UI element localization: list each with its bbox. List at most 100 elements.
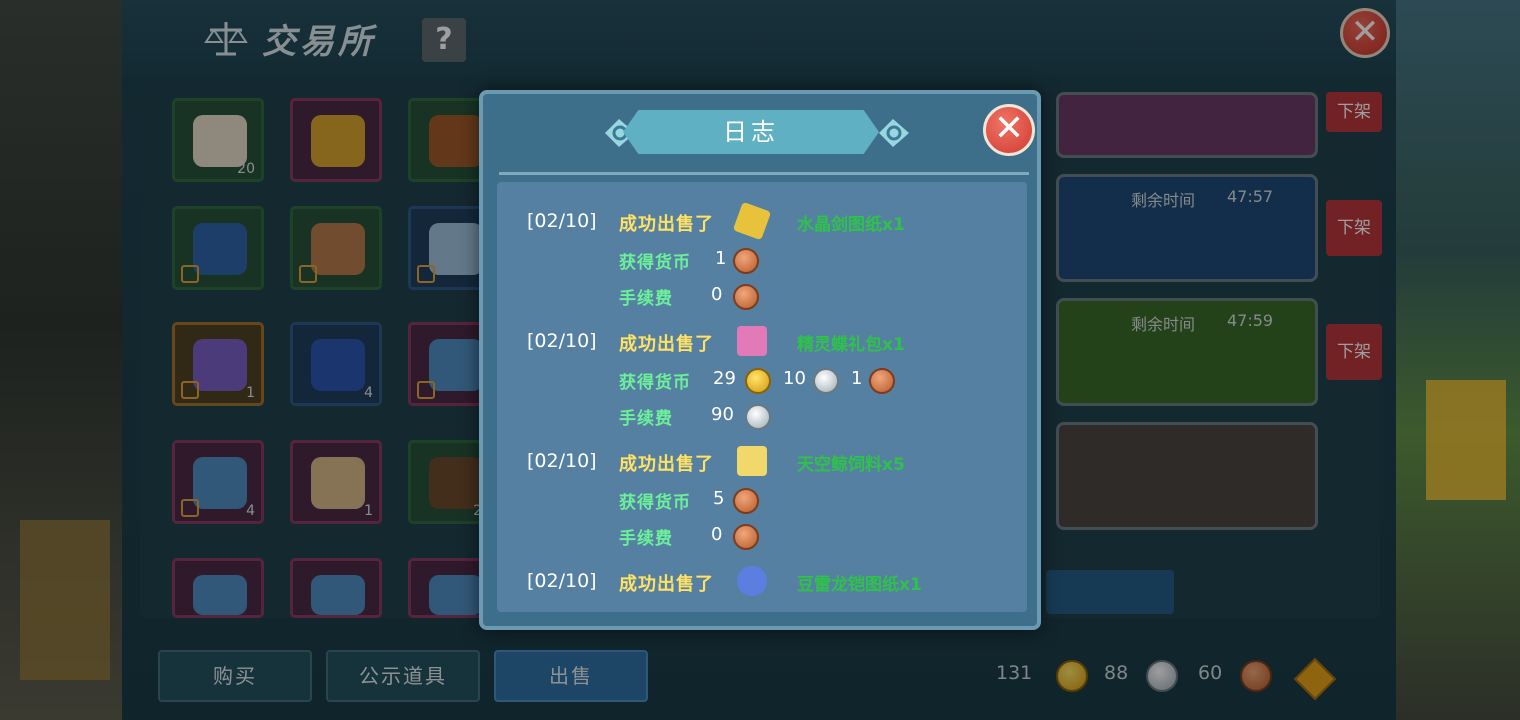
inventory-slot[interactable]	[290, 558, 382, 618]
unlist-button[interactable]: 下架	[1326, 92, 1382, 132]
fee-value: 90	[711, 404, 734, 425]
item-crystal-icon	[193, 575, 247, 615]
inventory-slot[interactable]	[290, 98, 382, 182]
earned-bronze-value: 5	[713, 488, 725, 509]
entry-date: [02/10]	[527, 210, 597, 232]
inventory-slot[interactable]	[172, 206, 264, 290]
fee-label: 手续费	[619, 289, 673, 309]
log-dialog: 日志 ✕ [02/10] 成功出售了 水晶剑图纸x1 获得货币 1 手续费 0 …	[479, 90, 1041, 630]
listing-card[interactable]: 剩余时间 47:57	[1056, 174, 1318, 282]
item-jar-icon	[193, 115, 247, 167]
bronze-coin-icon	[733, 284, 759, 310]
listing-card-empty[interactable]	[1056, 422, 1318, 530]
earned-gold-value: 29	[713, 368, 736, 389]
lock-icon	[181, 265, 199, 283]
tab-buy[interactable]: 购买	[158, 650, 312, 702]
listing-card[interactable]	[1056, 92, 1318, 158]
earned-currency-label: 获得货币	[619, 493, 691, 513]
entry-date: [02/10]	[527, 330, 597, 352]
silver-coin-icon	[745, 404, 771, 430]
tab-public-items[interactable]: 公示道具	[326, 650, 480, 702]
exchange-close-button[interactable]: ✕	[1340, 8, 1390, 58]
scroll-item-icon	[732, 201, 772, 241]
entry-date: [02/10]	[527, 570, 597, 592]
inventory-slot[interactable]: 4	[290, 322, 382, 406]
bronze-coin-icon	[1240, 660, 1272, 692]
bronze-coin-icon	[733, 248, 759, 274]
item-chest-icon	[429, 115, 483, 167]
listing-action-button[interactable]	[1046, 570, 1174, 614]
slot-count: 4	[246, 503, 255, 519]
sold-label: 成功出售了	[619, 334, 714, 355]
item-crystal-icon	[429, 575, 483, 615]
bronze-balance: 60	[1198, 662, 1223, 684]
inventory-slot[interactable]	[290, 206, 382, 290]
gold-coin-icon	[1056, 660, 1088, 692]
add-currency-icon[interactable]	[1293, 657, 1337, 701]
inventory-slot[interactable]: 4	[172, 440, 264, 524]
lock-icon	[299, 265, 317, 283]
item-stick-icon	[429, 457, 483, 509]
sold-label: 成功出售了	[619, 454, 714, 475]
log-entry: [02/10] 成功出售了 水晶剑图纸x1 获得货币 1 手续费 0	[497, 201, 1027, 330]
tab-sell[interactable]: 出售	[494, 650, 648, 702]
sold-item-name: 精灵蝶礼包x1	[797, 335, 905, 355]
bronze-coin-icon	[733, 488, 759, 514]
inventory-slot[interactable]: 20	[172, 98, 264, 182]
time-remaining-value: 47:57	[1227, 187, 1274, 206]
silver-coin-icon	[813, 368, 839, 394]
item-fish-icon	[193, 223, 247, 275]
sold-item-name: 天空鲸饲料x5	[797, 455, 905, 475]
silver-balance: 88	[1104, 662, 1129, 684]
item-crystal-icon	[429, 339, 483, 391]
log-entry: [02/10] 成功出售了 天空鲸饲料x5 获得货币 5 手续费 0	[497, 446, 1027, 570]
exchange-header: 交易所 ? ✕	[122, 0, 1396, 78]
item-crown-card-icon	[193, 339, 247, 391]
gift-pack-item-icon	[737, 326, 767, 356]
inventory-slot[interactable]	[172, 558, 264, 618]
item-boat-icon	[311, 223, 365, 275]
time-remaining-value: 47:59	[1227, 311, 1274, 330]
game-world-right	[1396, 0, 1520, 720]
sold-item-name: 水晶剑图纸x1	[797, 215, 905, 235]
fee-label: 手续费	[619, 409, 673, 429]
log-entry: [02/10] 成功出售了 精灵蝶礼包x1 获得货币 29 10 1 手续费 9…	[497, 326, 1027, 450]
listing-card[interactable]: 剩余时间 47:59	[1056, 298, 1318, 406]
log-close-button[interactable]: ✕	[983, 104, 1035, 156]
blueprint-item-icon	[737, 566, 767, 596]
world-crate	[20, 520, 110, 680]
divider	[499, 172, 1029, 175]
lock-icon	[181, 381, 199, 399]
feed-bag-item-icon	[737, 446, 767, 476]
earned-silver-value: 10	[783, 368, 806, 389]
slot-count: 1	[246, 385, 255, 401]
silver-coin-icon	[1146, 660, 1178, 692]
item-triangle-icon	[311, 115, 365, 167]
exchange-title: 交易所	[262, 22, 376, 62]
world-crate	[1426, 380, 1506, 500]
item-map-icon	[311, 457, 365, 509]
item-crystal-icon	[429, 223, 483, 275]
item-gem-icon	[311, 339, 365, 391]
entry-date: [02/10]	[527, 450, 597, 472]
inventory-slot[interactable]: 1	[172, 322, 264, 406]
scale-icon	[204, 22, 248, 56]
slot-count: 4	[364, 385, 373, 401]
log-entry: [02/10] 成功出售了 豆雷龙铠图纸x1	[497, 566, 1027, 612]
slot-count: 1	[364, 503, 373, 519]
lock-icon	[417, 381, 435, 399]
help-button[interactable]: ?	[422, 18, 466, 62]
fee-value: 0	[711, 284, 723, 305]
unlist-button[interactable]: 下架	[1326, 200, 1382, 256]
log-list[interactable]: [02/10] 成功出售了 水晶剑图纸x1 获得货币 1 手续费 0 [02/1…	[497, 182, 1027, 612]
unlist-button[interactable]: 下架	[1326, 324, 1382, 380]
bronze-coin-icon	[869, 368, 895, 394]
earned-currency-label: 获得货币	[619, 253, 691, 273]
fee-value: 0	[711, 524, 723, 545]
fee-label: 手续费	[619, 529, 673, 549]
inventory-slot[interactable]: 1	[290, 440, 382, 524]
sold-label: 成功出售了	[619, 214, 714, 235]
time-remaining-label: 剩余时间	[1131, 315, 1196, 334]
swirl-ornament-icon	[879, 119, 909, 147]
earned-bronze-value: 1	[715, 248, 727, 269]
